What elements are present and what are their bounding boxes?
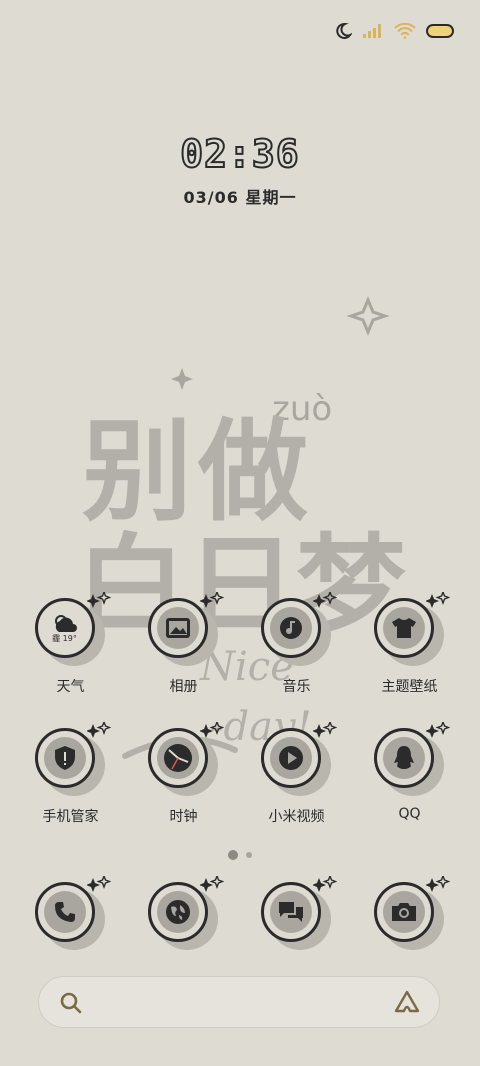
wallpaper-line1: 别做 — [82, 408, 314, 536]
app-icon — [260, 722, 337, 800]
app-label: 音乐 — [282, 679, 311, 695]
clock-date: 03/06 星期一 — [183, 188, 297, 207]
search-icon[interactable] — [59, 991, 83, 1015]
play-icon — [278, 746, 303, 770]
music-icon — [279, 617, 302, 639]
signal-icon — [363, 24, 381, 38]
dock-browser[interactable] — [127, 876, 240, 954]
camera-icon — [391, 903, 416, 921]
app-themes[interactable]: 主题壁纸 — [353, 592, 466, 728]
app-icon — [260, 592, 337, 670]
app-label: 相册 — [169, 679, 198, 695]
app-label: 时钟 — [169, 809, 198, 825]
page-dot[interactable] — [246, 852, 252, 858]
app-icon — [373, 876, 450, 954]
app-gallery[interactable]: 相册 — [127, 592, 240, 728]
search-bar[interactable] — [38, 976, 440, 1028]
app-video[interactable]: 小米视频 — [240, 722, 353, 858]
lock-clock: 02:36 03/06 星期一 — [0, 131, 480, 208]
app-label: 天气 — [56, 679, 85, 695]
app-label: 主题壁纸 — [381, 679, 438, 695]
browser-icon — [165, 900, 190, 924]
dock-messages[interactable] — [240, 876, 353, 954]
app-icon — [147, 592, 224, 670]
clock-time: 02:36 — [179, 131, 300, 177]
page-indicator — [0, 850, 480, 860]
tshirt-icon — [391, 618, 416, 638]
app-icon — [373, 722, 450, 800]
shield-icon — [54, 746, 75, 770]
app-label: QQ — [398, 806, 421, 822]
weather-icon — [54, 615, 77, 632]
app-icon — [147, 876, 224, 954]
app-music[interactable]: 音乐 — [240, 592, 353, 728]
dock-camera[interactable] — [353, 876, 466, 954]
app-security[interactable]: 手机管家 — [14, 722, 127, 858]
phone-icon — [54, 902, 75, 922]
clock-icon — [163, 744, 192, 772]
app-row: 霾 19° 天气 相册 音乐 主题壁纸 — [0, 592, 480, 728]
dock-phone[interactable] — [14, 876, 127, 954]
assistant-icon[interactable] — [393, 989, 421, 1015]
app-grid: 霾 19° 天气 相册 音乐 主题壁纸 手机管家 时钟 小米视频 QQ — [0, 592, 480, 858]
app-label: 手机管家 — [42, 809, 99, 825]
app-qq[interactable]: QQ — [353, 722, 466, 858]
app-row: 手机管家 时钟 小米视频 QQ — [0, 722, 480, 858]
app-icon — [34, 876, 111, 954]
app-clock[interactable]: 时钟 — [127, 722, 240, 858]
dock — [0, 876, 480, 954]
app-icon: 霾 19° — [34, 592, 111, 670]
wifi-icon — [394, 23, 416, 39]
gallery-icon — [165, 618, 190, 638]
app-icon — [147, 722, 224, 800]
app-icon — [34, 722, 111, 800]
weather-badge: 霾 19° — [52, 634, 77, 643]
penguin-icon — [393, 746, 414, 769]
moon-icon — [336, 22, 352, 39]
status-bar — [334, 18, 454, 44]
app-label: 小米视频 — [268, 809, 325, 825]
page-dot-active[interactable] — [228, 850, 238, 860]
app-icon — [260, 876, 337, 954]
app-icon — [373, 592, 450, 670]
battery-icon — [426, 24, 454, 38]
app-weather[interactable]: 霾 19° 天气 — [14, 592, 127, 728]
messages-icon — [278, 902, 303, 922]
